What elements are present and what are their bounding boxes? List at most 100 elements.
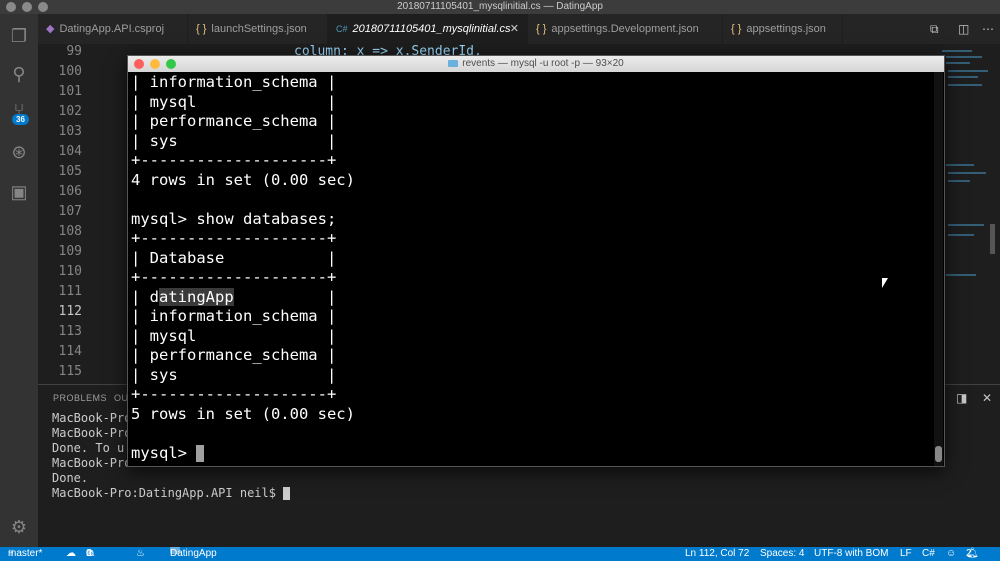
extensions-icon[interactable]: ▣ [9, 182, 29, 203]
mysql-output-line: | performance_schema | [131, 112, 337, 130]
mysql-prompt: mysql> [131, 443, 197, 462]
editor-actions: ⧉ ◫ ⋯ [920, 14, 1000, 44]
terminal-prompt: MacBook-Pro:DatingApp.API neil$ [52, 486, 284, 500]
search-icon[interactable]: ⚲ [9, 64, 29, 85]
activity-bar: ❐ ⚲ ⑂ 36 ⊛ ▣ ⚙ [0, 14, 38, 547]
terminal-cursor [283, 487, 291, 500]
mysql-output-line-datingapp: | datingApp | [131, 287, 337, 306]
debug-icon[interactable]: ⊛ [9, 142, 29, 163]
line-number: 103 [58, 124, 82, 139]
mysql-output-line: 4 rows in set (0.00 sec) [131, 170, 355, 189]
line-number: 100 [58, 64, 82, 79]
json-icon: { } [196, 23, 207, 35]
tab-launchsettings[interactable]: { } launchSettings.json [188, 14, 328, 44]
mysql-output-line: | performance_schema | [131, 346, 337, 364]
mysql-output-line: +--------------------+ [131, 385, 337, 403]
mysql-output-line: | Database | [131, 248, 337, 267]
minimize-window-button[interactable] [22, 2, 32, 12]
indentation-status[interactable]: Spaces: 4 [760, 547, 804, 561]
mac-terminal-window[interactable]: revents — mysql -u root -p — 93×20 | inf… [127, 55, 945, 467]
line-number: 107 [58, 204, 82, 219]
mysql-cursor [196, 444, 205, 462]
mysql-output-line: | sys | [131, 365, 337, 384]
folder-icon [448, 59, 459, 67]
line-number: 111 [58, 284, 82, 299]
line-number: 108 [58, 224, 82, 239]
mysql-output-line: | mysql | [131, 92, 337, 111]
split-editor-icon[interactable]: ◫ [958, 22, 969, 36]
csharp-icon: C# [336, 24, 348, 34]
line-number: 114 [58, 344, 82, 359]
line-number: 101 [58, 84, 82, 99]
close-panel-icon[interactable]: ✕ [982, 391, 992, 405]
tab-appsettings[interactable]: { } appsettings.json [723, 14, 843, 44]
close-tab-icon[interactable]: ✕ [510, 14, 519, 44]
cursor-position[interactable]: Ln 112, Col 72 [685, 547, 749, 561]
current-line-number: 112 [58, 304, 82, 319]
source-control-badge: 36 [12, 114, 29, 125]
line-number: 110 [58, 264, 82, 279]
terminal-line: Done. To u [52, 441, 125, 455]
status-bar: ⑂ master* ☁ ⊗ 0 ⚠ 0 ♨ DatingApp Ln 112, … [0, 547, 1000, 561]
line-number: 113 [58, 324, 82, 339]
flame-icon[interactable]: ♨ [136, 547, 145, 561]
open-changes-icon[interactable]: ⧉ [930, 22, 939, 37]
mysql-output-line: +--------------------+ [131, 229, 337, 247]
line-number: 99 [66, 44, 82, 59]
tab-csproj[interactable]: ◆ DatingApp.API.csproj [38, 14, 188, 44]
minimize-window-button[interactable] [150, 59, 160, 69]
minimap-scroll-thumb [990, 224, 995, 254]
scroll-thumb[interactable] [935, 446, 942, 462]
terminal-line: MacBook-Pro [52, 426, 132, 440]
line-number: 104 [58, 144, 82, 159]
encoding-status[interactable]: UTF-8 with BOM [814, 547, 888, 561]
mac-terminal-title: revents — mysql -u root -p — 93×20 [462, 58, 624, 69]
terminal-line: MacBook-Pro [52, 411, 132, 425]
csproj-icon: ◆ [46, 23, 55, 35]
mysql-command-line: mysql> show databases; [131, 209, 337, 228]
editor-tab-bar: ◆ DatingApp.API.csproj { } launchSettings.… [38, 14, 1000, 44]
mysql-output-line: | information_schema | [131, 73, 337, 91]
line-number-gutter: 99 100 101 102 103 104 105 106 107 108 1… [38, 44, 104, 384]
tab-appsettings-development[interactable]: { } appsettings.Development.json [528, 14, 723, 44]
minimap-preview [942, 50, 995, 276]
mysql-output-line: | sys | [131, 131, 337, 150]
terminal-prompt-line[interactable]: MacBook-Pro:DatingApp.API neil$ [52, 486, 291, 500]
tab-mysqlinitial[interactable]: C# 20180711105401_mysqlinitial.cs ✕ [328, 14, 528, 44]
line-number: 106 [58, 184, 82, 199]
close-window-button[interactable] [134, 59, 144, 69]
mysql-output-line: +--------------------+ [131, 268, 337, 286]
json-icon: { } [731, 23, 742, 35]
minimap[interactable] [940, 44, 995, 384]
line-number: 115 [58, 364, 82, 379]
gear-icon[interactable]: ⚙ [9, 517, 29, 538]
line-number: 105 [58, 164, 82, 179]
more-actions-icon[interactable]: ⋯ [982, 22, 994, 36]
mysql-output-line: | mysql | [131, 326, 337, 345]
tab-problems[interactable]: PROBLEMS [53, 393, 107, 403]
terminal-line: MacBook-Pro [52, 456, 132, 470]
zoom-window-button[interactable] [38, 2, 48, 12]
selected-text: atingApp [159, 287, 234, 306]
explorer-icon[interactable]: ❐ [9, 26, 29, 47]
mouse-pointer-icon [882, 278, 888, 288]
mysql-output-line: +--------------------+ [131, 151, 337, 169]
window-title: 20180711105401_mysqlinitial.cs — DatingA… [397, 1, 603, 12]
line-number: 109 [58, 244, 82, 259]
mysql-output-line: 5 rows in set (0.00 sec) [131, 404, 355, 423]
mysql-prompt-line[interactable]: mysql> [131, 443, 205, 464]
line-number: 102 [58, 104, 82, 119]
language-status[interactable]: C# [922, 547, 935, 561]
mac-terminal-scrollbar[interactable] [934, 72, 943, 466]
maximize-panel-icon[interactable]: ◨ [956, 391, 967, 405]
mac-terminal-titlebar[interactable]: revents — mysql -u root -p — 93×20 [128, 56, 944, 72]
terminal-line: Done. [52, 471, 89, 485]
json-icon: { } [536, 23, 547, 35]
close-window-button[interactable] [6, 2, 16, 12]
eol-status[interactable]: LF [900, 547, 912, 561]
window-titlebar: 20180711105401_mysqlinitial.cs — DatingA… [0, 0, 1000, 14]
mysql-output-line: | information_schema | [131, 307, 337, 325]
sync-icon[interactable]: ☁ [66, 547, 76, 561]
feedback-icon[interactable]: ☺ [946, 547, 956, 561]
zoom-window-button[interactable] [166, 59, 176, 69]
